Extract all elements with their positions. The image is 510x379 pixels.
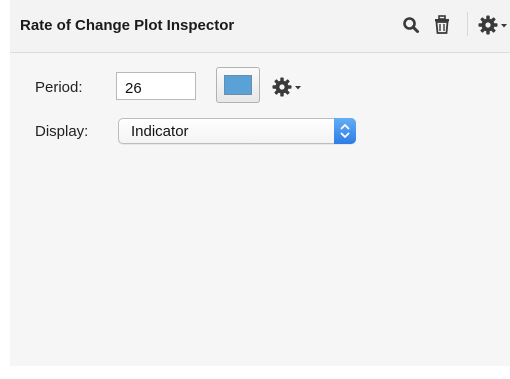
inspector-title: Rate of Change Plot Inspector [20, 17, 235, 34]
select-arrows-icon [334, 118, 356, 144]
display-select[interactable]: Indicator [118, 118, 356, 144]
gear-menu-icon[interactable] [478, 14, 510, 41]
period-label: Period: [35, 79, 83, 96]
plot-color-well[interactable] [216, 67, 260, 103]
header-divider [467, 12, 468, 36]
period-field[interactable] [116, 72, 196, 100]
search-icon[interactable] [402, 16, 420, 39]
trash-icon[interactable] [434, 15, 450, 40]
inspector-header: Rate of Change Plot Inspector [10, 0, 510, 53]
plot-options-gear-icon[interactable] [272, 76, 306, 103]
inspector-panel: Rate of Change Plot Inspector Period: 26… [10, 0, 510, 366]
display-select-value: Indicator [131, 123, 189, 140]
display-label: Display: [35, 123, 89, 140]
plot-color-swatch [224, 75, 252, 95]
